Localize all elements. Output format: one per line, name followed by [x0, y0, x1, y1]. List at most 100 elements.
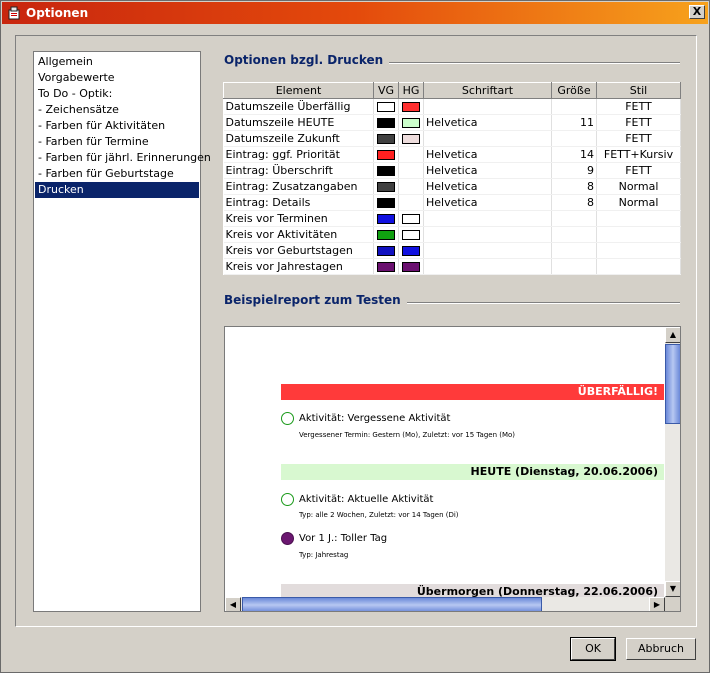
cell-size[interactable]: [551, 130, 597, 147]
cell-size[interactable]: [551, 258, 597, 275]
cell-style[interactable]: [596, 258, 681, 275]
cell-element[interactable]: Datumszeile Zukunft: [223, 130, 374, 147]
cell-vg[interactable]: [373, 162, 399, 179]
cell-font[interactable]: Helvetica: [423, 114, 552, 131]
nav-item-farben-geburtstage[interactable]: - Farben für Geburtstage: [35, 166, 199, 182]
cell-element[interactable]: Kreis vor Jahrestagen: [223, 258, 374, 275]
horizontal-scroll-thumb[interactable]: [242, 597, 542, 611]
cell-vg[interactable]: [373, 178, 399, 195]
vertical-scroll-thumb[interactable]: [665, 344, 680, 424]
cell-font[interactable]: [423, 210, 552, 227]
color-swatch[interactable]: [377, 182, 395, 192]
table-row[interactable]: Kreis vor Terminen: [223, 210, 681, 227]
cell-hg[interactable]: [398, 146, 424, 163]
table-row[interactable]: Datumszeile HEUTE Helvetica 11 FETT: [223, 114, 681, 131]
cell-style[interactable]: [596, 226, 681, 243]
cell-size[interactable]: [551, 98, 597, 115]
color-swatch[interactable]: [377, 150, 395, 160]
scroll-left-button[interactable]: ◀: [225, 597, 241, 611]
cell-element[interactable]: Kreis vor Terminen: [223, 210, 374, 227]
cell-size[interactable]: [551, 210, 597, 227]
cell-size[interactable]: [551, 242, 597, 259]
cell-vg[interactable]: [373, 194, 399, 211]
table-row[interactable]: Datumszeile Überfällig FETT: [223, 98, 681, 115]
col-header-stil[interactable]: Stil: [596, 82, 681, 99]
color-swatch[interactable]: [377, 262, 395, 272]
cell-size[interactable]: 8: [551, 194, 597, 211]
cell-element[interactable]: Eintrag: ggf. Priorität: [223, 146, 374, 163]
cell-style[interactable]: [596, 242, 681, 259]
color-swatch[interactable]: [377, 198, 395, 208]
color-swatch[interactable]: [377, 230, 395, 240]
color-swatch[interactable]: [377, 118, 395, 128]
nav-item-zeichensaetze[interactable]: - Zeichensätze: [35, 102, 199, 118]
cell-vg[interactable]: [373, 98, 399, 115]
cell-style[interactable]: Normal: [596, 178, 681, 195]
cell-size[interactable]: 14: [551, 146, 597, 163]
cell-vg[interactable]: [373, 130, 399, 147]
col-header-groesse[interactable]: Größe: [551, 82, 597, 99]
cancel-button[interactable]: Abbruch: [626, 638, 696, 660]
vertical-scrollbar[interactable]: ▲ ▼: [665, 327, 680, 597]
table-row[interactable]: Kreis vor Geburtstagen: [223, 242, 681, 259]
report-preview[interactable]: ÜBERFÄLLIG! Aktivität: Vergessene Aktivi…: [224, 326, 681, 612]
table-row[interactable]: Eintrag: ggf. Priorität Helvetica 14 FETT+K…: [223, 146, 681, 163]
table-row[interactable]: Kreis vor Aktivitäten: [223, 226, 681, 243]
cell-size[interactable]: 8: [551, 178, 597, 195]
nav-item-vorgabewerte[interactable]: Vorgabewerte: [35, 70, 199, 86]
cell-element[interactable]: Kreis vor Geburtstagen: [223, 242, 374, 259]
col-header-vg[interactable]: VG: [373, 82, 399, 99]
cell-vg[interactable]: [373, 114, 399, 131]
cell-element[interactable]: Eintrag: Details: [223, 194, 374, 211]
cell-vg[interactable]: [373, 258, 399, 275]
table-row[interactable]: Eintrag: Zusatzangaben Helvetica 8 Normal: [223, 178, 681, 195]
cell-font[interactable]: [423, 258, 552, 275]
cell-style[interactable]: [596, 210, 681, 227]
cell-font[interactable]: Helvetica: [423, 146, 552, 163]
cell-style[interactable]: FETT+Kursiv: [596, 146, 681, 163]
color-swatch[interactable]: [377, 134, 395, 144]
cell-vg[interactable]: [373, 242, 399, 259]
col-header-schriftart[interactable]: Schriftart: [423, 82, 552, 99]
nav-item-farben-erinnerungen[interactable]: - Farben für jährl. Erinnerungen: [35, 150, 211, 166]
cell-size[interactable]: 9: [551, 162, 597, 179]
nav-item-farben-aktivitaeten[interactable]: - Farben für Aktivitäten: [35, 118, 199, 134]
cell-hg[interactable]: [398, 162, 424, 179]
ok-button[interactable]: OK: [570, 637, 616, 661]
cell-font[interactable]: Helvetica: [423, 194, 552, 211]
nav-item-farben-termine[interactable]: - Farben für Termine: [35, 134, 199, 150]
cell-hg[interactable]: [398, 226, 424, 243]
cell-vg[interactable]: [373, 210, 399, 227]
color-swatch[interactable]: [402, 230, 420, 240]
col-header-hg[interactable]: HG: [398, 82, 424, 99]
color-swatch[interactable]: [377, 246, 395, 256]
nav-item-drucken[interactable]: Drucken: [35, 182, 199, 198]
color-swatch[interactable]: [402, 134, 420, 144]
cell-element[interactable]: Eintrag: Überschrift: [223, 162, 374, 179]
cell-font[interactable]: [423, 130, 552, 147]
cell-style[interactable]: FETT: [596, 130, 681, 147]
cell-font[interactable]: [423, 226, 552, 243]
cell-element[interactable]: Datumszeile Überfällig: [223, 98, 374, 115]
cell-hg[interactable]: [398, 98, 424, 115]
cell-font[interactable]: [423, 242, 552, 259]
cell-hg[interactable]: [398, 258, 424, 275]
cell-style[interactable]: FETT: [596, 98, 681, 115]
cell-style[interactable]: FETT: [596, 114, 681, 131]
cell-font[interactable]: Helvetica: [423, 178, 552, 195]
cell-hg[interactable]: [398, 114, 424, 131]
nav-item-allgemein[interactable]: Allgemein: [35, 54, 199, 70]
nav-item-todo-optik[interactable]: To Do - Optik:: [35, 86, 199, 102]
cell-size[interactable]: [551, 226, 597, 243]
color-swatch[interactable]: [377, 214, 395, 224]
cell-hg[interactable]: [398, 130, 424, 147]
cell-size[interactable]: 11: [551, 114, 597, 131]
scroll-up-button[interactable]: ▲: [665, 327, 680, 343]
table-row[interactable]: Datumszeile Zukunft FETT: [223, 130, 681, 147]
cell-element[interactable]: Kreis vor Aktivitäten: [223, 226, 374, 243]
cell-hg[interactable]: [398, 194, 424, 211]
cell-style[interactable]: Normal: [596, 194, 681, 211]
table-row[interactable]: Kreis vor Jahrestagen: [223, 258, 681, 275]
cell-element[interactable]: Eintrag: Zusatzangaben: [223, 178, 374, 195]
color-swatch[interactable]: [402, 102, 420, 112]
